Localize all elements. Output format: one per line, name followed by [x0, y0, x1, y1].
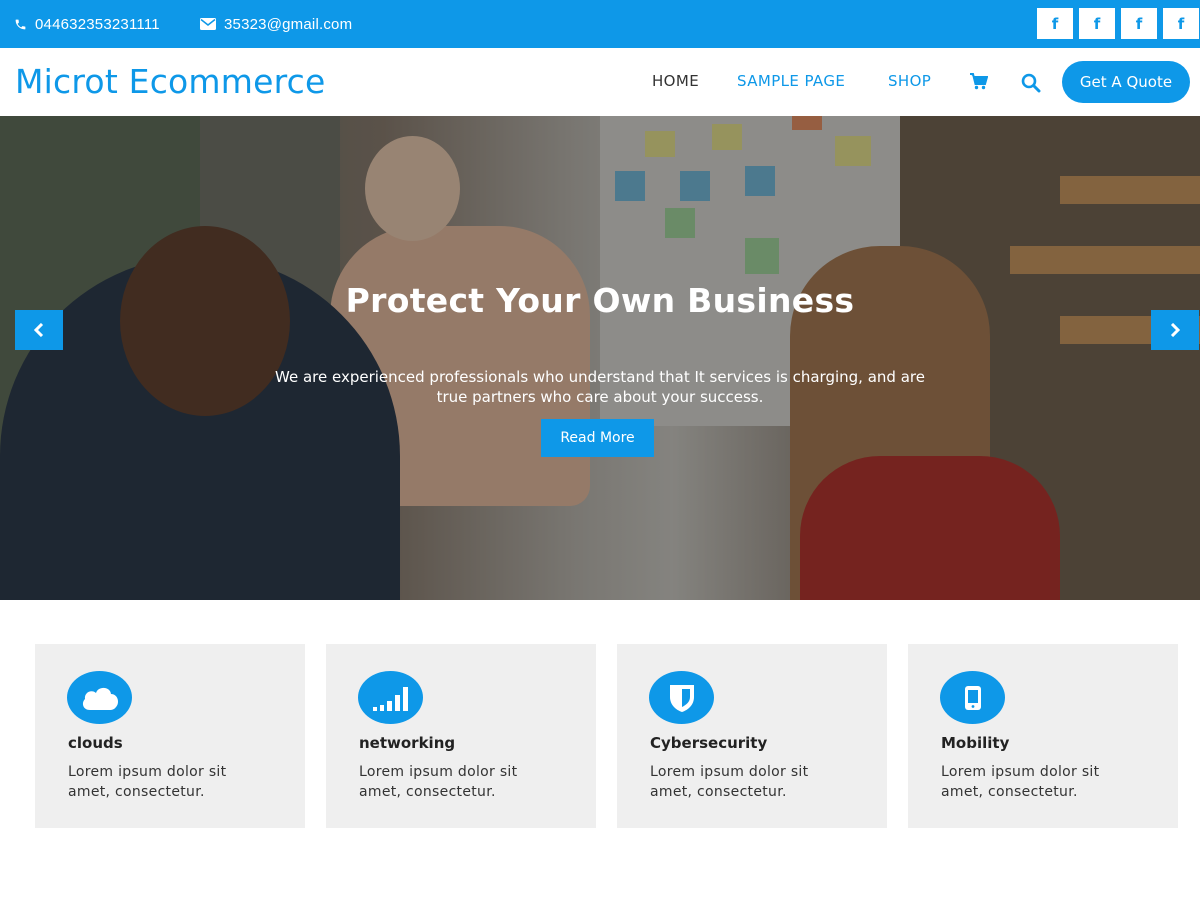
read-more-button[interactable]: Read More	[541, 419, 654, 457]
phone-number: 044632353231111	[35, 15, 160, 33]
get-a-quote-button[interactable]: Get A Quote	[1062, 61, 1190, 103]
shield-icon	[649, 671, 714, 724]
feature-title: Cybersecurity	[650, 734, 768, 752]
site-header: Microt Ecommerce HOME SAMPLE PAGE SHOP G…	[0, 48, 1200, 116]
contact-phone[interactable]: 044632353231111	[14, 0, 160, 48]
nav-sample-page[interactable]: SAMPLE PAGE	[737, 72, 845, 90]
feature-card-mobility[interactable]: Mobility Lorem ipsum dolor sit amet, con…	[908, 644, 1178, 828]
cloud-icon	[67, 671, 132, 724]
hero-title: Protect Your Own Business	[345, 281, 855, 320]
top-bar: 044632353231111 35323@gmail.com f f f f	[0, 0, 1200, 48]
feature-card-cybersecurity[interactable]: Cybersecurity Lorem ipsum dolor sit amet…	[617, 644, 887, 828]
facebook-icon[interactable]: f	[1163, 8, 1199, 39]
feature-title: Mobility	[941, 734, 1010, 752]
hero-slider: Protect Your Own Business We are experie…	[0, 116, 1200, 600]
nav-shop[interactable]: SHOP	[888, 72, 931, 90]
phone-icon	[15, 19, 26, 29]
feature-title: clouds	[68, 734, 123, 752]
signal-icon	[358, 671, 423, 724]
feature-text: Lorem ipsum dolor sit amet, consectetur.	[650, 764, 809, 800]
mobile-icon	[940, 671, 1005, 724]
contact-email[interactable]: 35323@gmail.com	[200, 0, 352, 48]
facebook-icon[interactable]: f	[1121, 8, 1157, 39]
feature-card-networking[interactable]: networking Lorem ipsum dolor sit amet, c…	[326, 644, 596, 828]
feature-card-clouds[interactable]: clouds Lorem ipsum dolor sit amet, conse…	[35, 644, 305, 828]
feature-text: Lorem ipsum dolor sit amet, consectetur.	[941, 764, 1100, 800]
hero-description: We are experienced professionals who und…	[275, 368, 925, 406]
cart-icon[interactable]	[970, 73, 988, 90]
chevron-left-icon	[34, 323, 44, 337]
feature-text: Lorem ipsum dolor sit amet, consectetur.	[68, 764, 227, 800]
slider-next-button[interactable]	[1151, 310, 1199, 350]
feature-text: Lorem ipsum dolor sit amet, consectetur.	[359, 764, 518, 800]
email-address: 35323@gmail.com	[224, 15, 353, 33]
facebook-icon[interactable]: f	[1037, 8, 1073, 39]
hero-overlay	[0, 116, 1200, 600]
chevron-right-icon	[1170, 323, 1180, 337]
facebook-icon[interactable]: f	[1079, 8, 1115, 39]
envelope-icon	[200, 18, 216, 30]
search-icon[interactable]	[1021, 73, 1041, 93]
feature-title: networking	[359, 734, 456, 752]
nav-home[interactable]: HOME	[652, 72, 699, 90]
site-logo[interactable]: Microt Ecommerce	[15, 62, 326, 101]
slider-prev-button[interactable]	[15, 310, 63, 350]
